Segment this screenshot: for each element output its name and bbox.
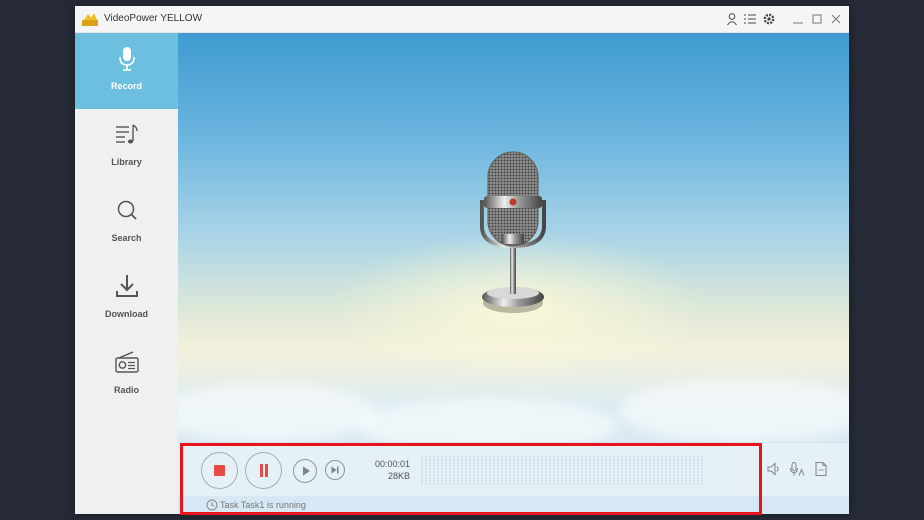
user-icon[interactable] bbox=[725, 12, 739, 26]
sidebar-item-label: Radio bbox=[113, 385, 139, 395]
microphone-icon bbox=[119, 47, 135, 71]
sidebar-item-radio[interactable]: Radio bbox=[75, 337, 178, 413]
maximize-icon[interactable] bbox=[810, 12, 824, 26]
app-title: VideoPower YELLOW bbox=[104, 13, 203, 24]
elapsed-time: 00:00:01 bbox=[374, 459, 410, 469]
clock-icon bbox=[206, 499, 218, 511]
status-bar: Task Task1 is running bbox=[178, 496, 849, 514]
download-icon bbox=[116, 275, 138, 297]
sidebar-item-library[interactable]: Library bbox=[75, 109, 178, 185]
recorder-controls: 00:00:01 28KB bbox=[178, 442, 849, 496]
sidebar-item-label: Download bbox=[105, 309, 148, 319]
volume-icon[interactable] bbox=[766, 461, 782, 477]
list-icon[interactable] bbox=[743, 12, 757, 26]
sidebar-item-download[interactable]: Download bbox=[75, 261, 178, 337]
waveform-visualizer bbox=[421, 455, 705, 485]
skip-button[interactable] bbox=[325, 460, 345, 480]
close-icon[interactable] bbox=[829, 12, 843, 26]
skip-next-icon bbox=[331, 466, 339, 474]
sidebar-item-search[interactable]: Search bbox=[75, 185, 178, 261]
file-icon[interactable] bbox=[813, 461, 829, 477]
stop-button[interactable] bbox=[201, 452, 238, 489]
sidebar-item-label: Library bbox=[111, 157, 142, 167]
gear-icon[interactable] bbox=[762, 12, 776, 26]
title-bar: VideoPower YELLOW bbox=[75, 6, 849, 33]
sidebar: Record Library Search Download Radio bbox=[75, 33, 178, 514]
record-panel: 00:00:01 28KB Task Task1 is running bbox=[178, 33, 849, 514]
music-list-icon bbox=[116, 124, 138, 144]
app-logo-icon bbox=[82, 13, 98, 26]
minimize-icon[interactable] bbox=[791, 12, 805, 26]
sidebar-item-record[interactable]: Record bbox=[75, 33, 178, 109]
radio-icon bbox=[115, 351, 139, 373]
audio-settings-icon[interactable] bbox=[789, 461, 805, 477]
play-icon bbox=[303, 466, 310, 476]
cloud-decoration bbox=[618, 378, 849, 443]
play-button[interactable] bbox=[293, 459, 317, 483]
sidebar-item-label: Search bbox=[111, 233, 142, 243]
search-icon bbox=[117, 200, 137, 220]
recorded-size: 28KB bbox=[387, 471, 410, 481]
app-window: VideoPower YELLOW Record Library Search … bbox=[75, 6, 849, 514]
stop-icon bbox=[214, 465, 225, 476]
pause-icon bbox=[258, 464, 269, 477]
sidebar-item-label: Record bbox=[110, 81, 142, 91]
cloud-decoration bbox=[178, 383, 378, 443]
status-text: Task Task1 is running bbox=[220, 500, 306, 510]
microphone-illustration bbox=[480, 151, 546, 313]
pause-button[interactable] bbox=[245, 452, 282, 489]
